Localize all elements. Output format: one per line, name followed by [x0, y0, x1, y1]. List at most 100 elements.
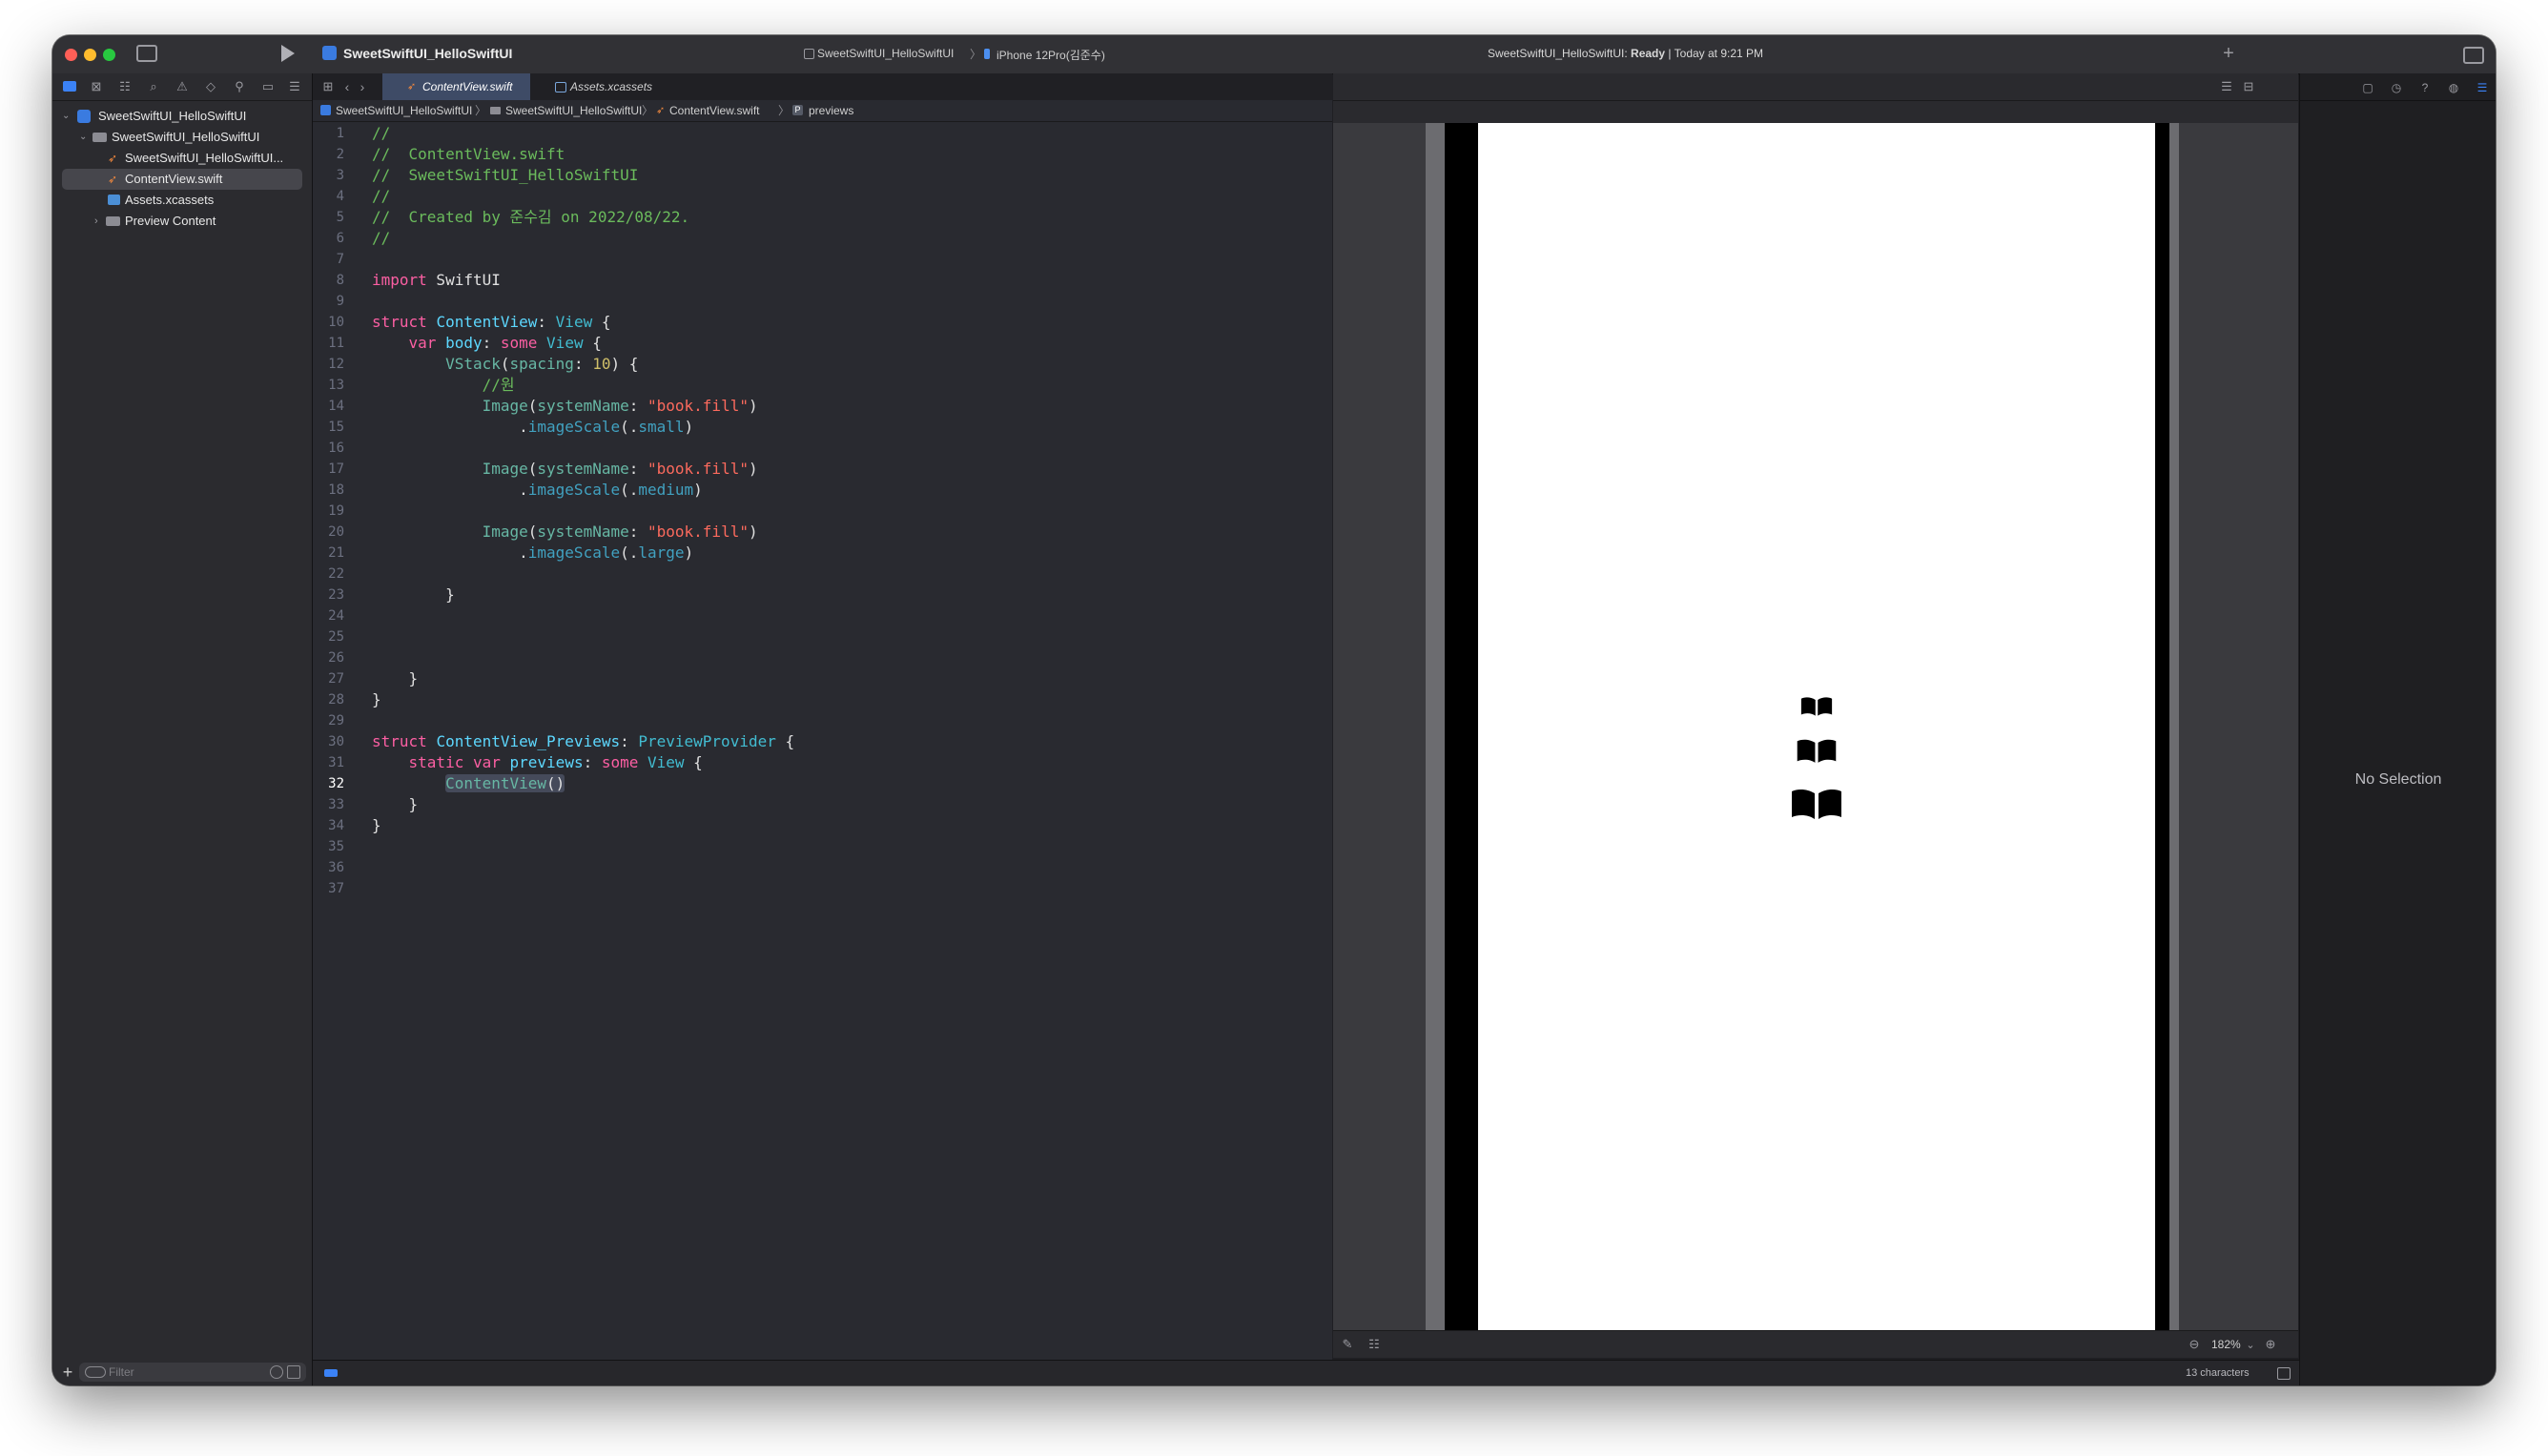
attributes-icon[interactable]: ☰ [2474, 78, 2491, 97]
toggle-panel-icon[interactable] [2277, 1367, 2291, 1380]
chevron-right-icon: 〉 [475, 104, 487, 117]
tree-item-project[interactable]: ⌄ SweetSwiftUI_HelloSwiftUI [52, 106, 312, 127]
code-line: // [372, 187, 391, 205]
inspector-panel: ▢ ◷ ? ◍ ☰ No Selection [2299, 73, 2496, 1385]
zoom-out-icon[interactable]: ⊖ [2186, 1335, 2203, 1354]
iphone-icon [984, 49, 990, 59]
project-icon [320, 105, 331, 115]
issue-icon[interactable]: ⚠ [173, 77, 192, 96]
scheme-name: SweetSwiftUI_HelloSwiftUI [817, 47, 955, 60]
jumpbar-group[interactable]: SweetSwiftUI_HelloSwiftUI [505, 100, 642, 121]
swift-file-icon: ➶ [108, 152, 118, 165]
zoom-level[interactable]: 182% [2211, 1338, 2241, 1351]
pin-icon[interactable]: ✎ [1339, 1335, 1356, 1354]
zoom-window-button[interactable] [103, 49, 115, 61]
status-ready: Ready [1631, 47, 1666, 60]
grid-icon[interactable]: ⊞ [318, 77, 338, 96]
debug-icon[interactable]: ⚲ [230, 77, 249, 96]
jumpbar-symbol[interactable]: previews [809, 100, 853, 121]
scheme-icon [804, 49, 814, 59]
chevron-right-icon[interactable]: › [94, 211, 98, 232]
sidebar-toggle-icon[interactable] [136, 45, 157, 62]
chevron-right-icon: 〉 [778, 104, 791, 117]
code-line: Image(systemName: "book.fill") [482, 460, 758, 478]
scheme-selector[interactable]: SweetSwiftUI_HelloSwiftUI 〉 iPhone 12Pro… [796, 44, 1168, 65]
chevron-down-icon[interactable]: ⌄ [62, 106, 70, 127]
code-line: Image(systemName: "book.fill") [482, 523, 758, 541]
close-window-button[interactable] [65, 49, 77, 61]
tree-item-label: Preview Content [125, 214, 216, 228]
source-editor: ⊞ ‹ › ➶ ContentView.swift Assets.xcasset… [313, 73, 2236, 1385]
code-line: // Created by 준수김 on 2022/08/22. [372, 208, 690, 226]
jumpbar-project[interactable]: SweetSwiftUI_HelloSwiftUI [336, 100, 472, 121]
code-line: // ContentView.swift [372, 145, 565, 163]
window-title: SweetSwiftUI_HelloSwiftUI [343, 46, 513, 61]
adjust-editor-icon[interactable]: ☰ [2217, 77, 2236, 96]
editor-status-bar: 13 characters [313, 1360, 2299, 1385]
run-icon[interactable] [281, 45, 295, 62]
code-line: // [372, 124, 391, 142]
symbol-navigator-icon[interactable]: ☷ [115, 77, 134, 96]
zoom-in-icon[interactable]: ⊕ [2262, 1335, 2279, 1354]
jumpbar-file[interactable]: ContentView.swift [669, 100, 760, 121]
divider [1333, 100, 2298, 101]
tree-item-assets[interactable]: Assets.xcassets [52, 190, 312, 211]
tree-item-contentview[interactable]: ➶ ContentView.swift [62, 169, 302, 190]
project-navigator: ⊠ ☷ ⌕ ⚠ ◇ ⚲ ▭ ☰ ⌄ SweetSwiftUI_HelloSwif… [52, 73, 313, 1385]
tree-item-group[interactable]: ⌄ SweetSwiftUI_HelloSwiftUI [52, 127, 312, 148]
find-icon[interactable]: ⌕ [144, 77, 163, 96]
forward-icon[interactable]: › [355, 77, 370, 96]
book-fill-large-icon [1792, 789, 1841, 819]
minimize-window-button[interactable] [84, 49, 96, 61]
tab-assets[interactable]: Assets.xcassets [530, 73, 673, 100]
help-icon[interactable]: ? [2416, 78, 2434, 97]
asset-catalog-icon [108, 195, 120, 205]
code-line: // SweetSwiftUI_HelloSwiftUI [372, 166, 639, 184]
code-line: .imageScale(.medium) [372, 481, 703, 499]
no-selection-label: No Selection [2354, 771, 2442, 788]
chevron-down-icon[interactable]: ⌄ [79, 127, 87, 148]
recent-files-icon[interactable] [270, 1365, 283, 1379]
test-icon[interactable]: ◇ [201, 77, 220, 96]
add-file-icon[interactable]: + [60, 1363, 75, 1382]
debug-area-icon[interactable] [324, 1369, 338, 1377]
chevron-down-icon[interactable]: ⌄ [2245, 1336, 2256, 1355]
code-line: Image(systemName: "book.fill") [482, 397, 758, 415]
code-line: static var previews: some View { [408, 753, 703, 771]
tree-item-label: SweetSwiftUI_HelloSwiftUI... [125, 151, 284, 165]
scm-filter-icon[interactable] [287, 1365, 300, 1379]
breakpoint-icon[interactable]: ▭ [258, 77, 277, 96]
folder-icon [92, 133, 107, 142]
back-icon[interactable]: ‹ [339, 77, 355, 96]
add-icon[interactable]: + [2219, 44, 2238, 63]
tree-item-app-file[interactable]: ➶ SweetSwiftUI_HelloSwiftUI... [52, 148, 312, 169]
identity-icon[interactable]: ◍ [2445, 78, 2462, 97]
code-line: VStack(spacing: 10) { [445, 355, 639, 373]
folder-tab-icon[interactable] [63, 81, 76, 92]
file-inspector-icon[interactable]: ▢ [2359, 78, 2376, 97]
code-line-current: ContentView() [445, 774, 565, 792]
navigator-toolbar: ⊠ ☷ ⌕ ⚠ ◇ ⚲ ▭ ☰ [52, 73, 312, 101]
filter-icon [85, 1366, 106, 1378]
code-line: } [372, 669, 419, 687]
code-line: } [372, 816, 381, 834]
swift-file-icon: ➶ [108, 173, 118, 186]
code-line: .imageScale(.large) [372, 543, 694, 562]
character-count: 13 characters [2186, 1367, 2250, 1379]
report-icon[interactable]: ☰ [285, 77, 304, 96]
tree-item-label: SweetSwiftUI_HelloSwiftUI [112, 130, 260, 144]
filter-field[interactable]: Filter [79, 1363, 306, 1382]
source-control-icon[interactable]: ⊠ [87, 77, 106, 96]
book-fill-medium-icon [1797, 739, 1837, 763]
folder-icon [106, 216, 120, 226]
add-editor-icon[interactable]: ⊟ [2239, 77, 2258, 96]
list-icon[interactable]: ☷ [1366, 1335, 1383, 1354]
run-destination: iPhone 12Pro(김준수) [997, 49, 1105, 62]
tab-contentview[interactable]: ➶ ContentView.swift [382, 73, 530, 100]
tree-item-preview-content[interactable]: › Preview Content [52, 211, 312, 232]
tree-item-label: SweetSwiftUI_HelloSwiftUI [98, 109, 247, 123]
code-area[interactable]: // // ContentView.swift // SweetSwiftUI_… [313, 123, 1276, 1372]
inspector-toggle-icon[interactable] [2463, 47, 2484, 64]
history-icon[interactable]: ◷ [2388, 78, 2405, 97]
chevron-right-icon: 〉 [642, 104, 654, 117]
